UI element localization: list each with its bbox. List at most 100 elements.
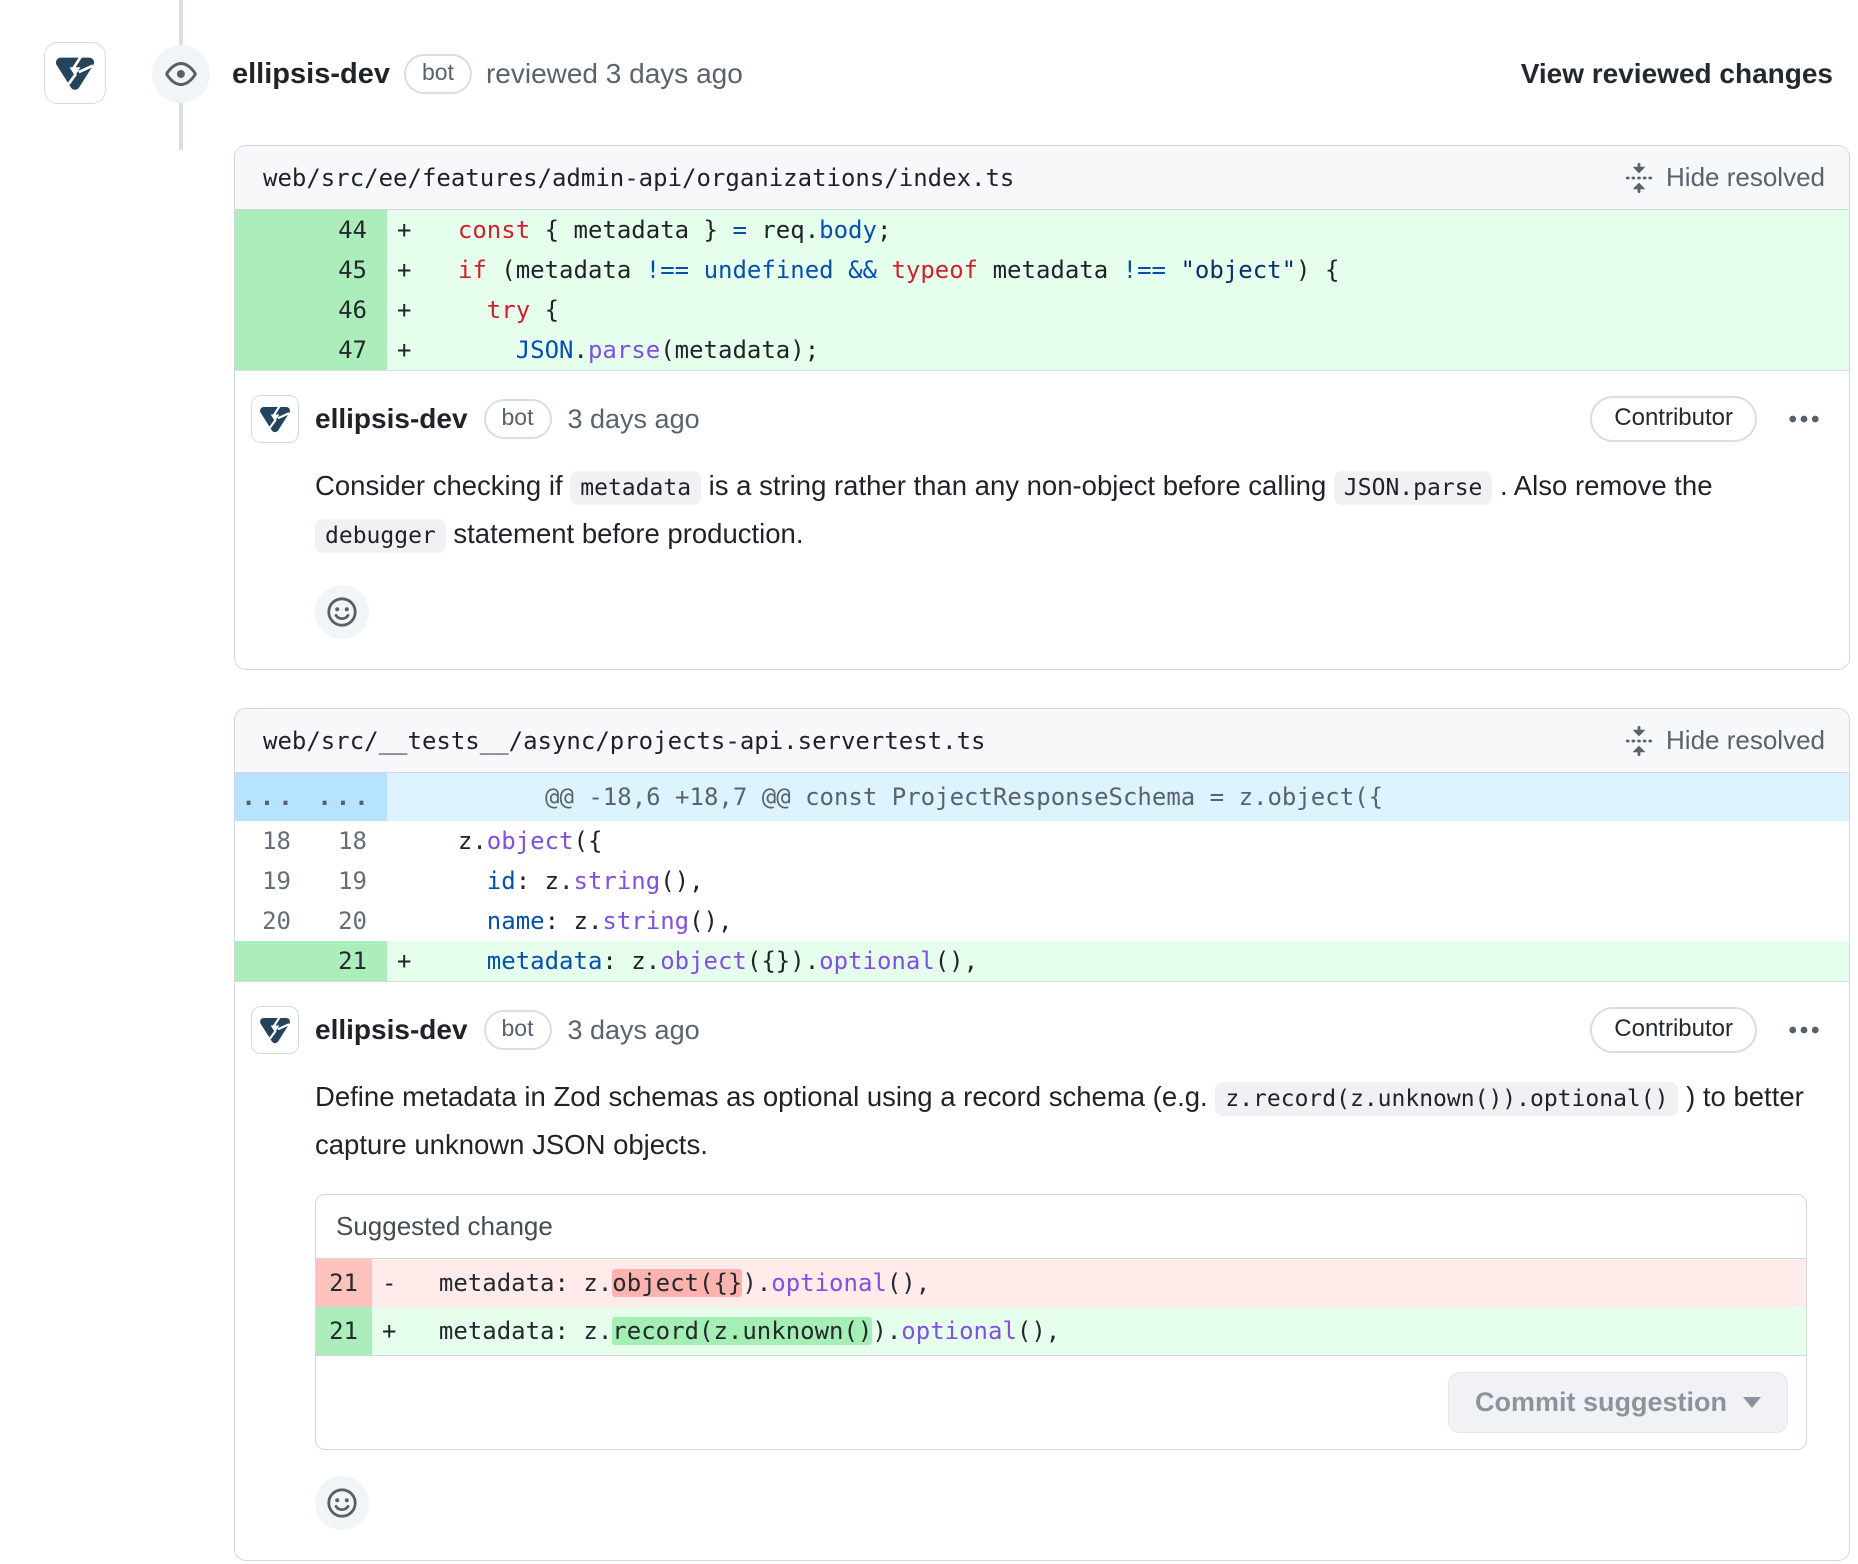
- add-reaction-button[interactable]: [315, 585, 369, 639]
- diff-line: 1818 z.object({: [235, 821, 1849, 861]
- commit-suggestion-label: Commit suggestion: [1475, 1387, 1727, 1418]
- code-token: [429, 256, 458, 284]
- code-token: {: [530, 296, 559, 324]
- inline-code: debugger: [315, 519, 446, 553]
- new-line-number: 44: [311, 210, 387, 250]
- code-token: (),: [689, 907, 732, 935]
- code-token: @@ -18,6 +18,7 @@ const ProjectResponseS…: [545, 783, 1383, 811]
- fold-icon: [1624, 163, 1654, 193]
- old-line-number: [235, 330, 311, 370]
- code-token: ) {: [1296, 256, 1339, 284]
- comment-timestamp[interactable]: 3 days ago: [568, 404, 700, 435]
- code-token: req.: [747, 216, 819, 244]
- fold-icon: [1624, 726, 1654, 756]
- review-event-badge: [152, 45, 210, 103]
- diff-marker: [387, 821, 429, 861]
- comment-menu-button[interactable]: [1787, 1013, 1821, 1047]
- code-token: ).: [742, 1269, 771, 1297]
- reviewer-avatar[interactable]: [44, 42, 106, 104]
- code-token: (),: [1017, 1317, 1060, 1345]
- diff-line: 45+ if (metadata !== undefined && typeof…: [235, 250, 1849, 290]
- bot-badge: bot: [484, 399, 552, 439]
- diff-marker: -: [372, 1259, 410, 1307]
- diff-line: 44+ const { metadata } = req.body;: [235, 210, 1849, 250]
- comment-header-actions: Contributor: [1590, 1007, 1821, 1053]
- diff-marker: +: [387, 941, 429, 981]
- old-line-number: [235, 290, 311, 330]
- code-line: id: z.string(),: [429, 861, 1849, 901]
- ellipsis-logo-icon: [257, 401, 293, 437]
- code-line: if (metadata !== undefined && typeof met…: [429, 250, 1849, 290]
- contributor-badge: Contributor: [1590, 396, 1757, 442]
- hide-resolved-label: Hide resolved: [1666, 725, 1825, 756]
- code-token: [429, 296, 487, 324]
- suggested-change-title: Suggested change: [316, 1195, 1806, 1259]
- diff-line: 46+ try {: [235, 290, 1849, 330]
- code-token: ;: [877, 216, 891, 244]
- code-line: JSON.parse(metadata);: [429, 330, 1849, 370]
- code-token: !==: [1123, 256, 1166, 284]
- commit-suggestion-button[interactable]: Commit suggestion: [1448, 1372, 1788, 1433]
- line-number: 21: [316, 1259, 372, 1307]
- kebab-icon: [1787, 402, 1821, 436]
- hide-resolved-button[interactable]: Hide resolved: [1624, 725, 1825, 756]
- code-token: (),: [935, 947, 978, 975]
- code-token: [429, 867, 487, 895]
- comment-menu-button[interactable]: [1787, 402, 1821, 436]
- code-token: [877, 256, 891, 284]
- code-token: (metadata: [487, 256, 646, 284]
- review-thread-projects-api-test: web/src/__tests__/async/projects-api.ser…: [234, 708, 1850, 1561]
- old-line-number: [235, 210, 311, 250]
- comment-timestamp[interactable]: 3 days ago: [568, 1015, 700, 1046]
- code-token: undefined: [704, 256, 834, 284]
- line-number: 21: [316, 1307, 372, 1355]
- hide-resolved-button[interactable]: Hide resolved: [1624, 162, 1825, 193]
- code-token: &&: [848, 256, 877, 284]
- code-line: z.object({: [429, 821, 1849, 861]
- suggested-change-block: Suggested change 21- metadata: z.object(…: [315, 1194, 1807, 1450]
- suggestion-diff-line: 21- metadata: z.object({}).optional(),: [316, 1259, 1806, 1307]
- code-token: "object": [1180, 256, 1296, 284]
- pull-request-review-page: ellipsis-dev bot reviewed 3 days ago Vie…: [0, 0, 1858, 1564]
- code-token: name: [487, 907, 545, 935]
- review-action-text: reviewed 3 days ago: [486, 58, 743, 90]
- diff-marker: +: [387, 250, 429, 290]
- code-token: (),: [660, 867, 703, 895]
- comment-author[interactable]: ellipsis-dev: [315, 1014, 468, 1046]
- comment-body: Define metadata in Zod schemas as option…: [315, 1074, 1805, 1168]
- triangle-down-icon: [1743, 1397, 1761, 1408]
- diff-marker: +: [372, 1307, 410, 1355]
- inline-code: metadata: [570, 471, 701, 505]
- file-path-link[interactable]: web/src/ee/features/admin-api/organizati…: [263, 164, 1014, 192]
- comment-author[interactable]: ellipsis-dev: [315, 403, 468, 435]
- code-token: [429, 216, 458, 244]
- smiley-icon: [326, 1487, 358, 1519]
- add-reaction-button[interactable]: [315, 1476, 369, 1530]
- code-token: =: [732, 216, 746, 244]
- view-reviewed-changes-link[interactable]: View reviewed changes: [1521, 58, 1833, 90]
- code-token: object: [660, 947, 747, 975]
- code-token: [834, 256, 848, 284]
- code-token: optional: [819, 947, 935, 975]
- old-line-number: 18: [235, 821, 311, 861]
- comment-avatar[interactable]: [251, 1006, 299, 1054]
- new-line-number: 47: [311, 330, 387, 370]
- diff-marker: [387, 773, 429, 821]
- comment-avatar[interactable]: [251, 395, 299, 443]
- reviewer-name[interactable]: ellipsis-dev: [232, 58, 390, 91]
- new-line-number: ...: [311, 773, 387, 821]
- code-token: [429, 336, 516, 364]
- code-token: string: [602, 907, 689, 935]
- old-line-number: [235, 250, 311, 290]
- code-token: [689, 256, 703, 284]
- new-line-number: 18: [311, 821, 387, 861]
- code-token: id: [487, 867, 516, 895]
- kebab-icon: [1787, 1013, 1821, 1047]
- ellipsis-logo-icon: [257, 1012, 293, 1048]
- ellipsis-logo-icon: [52, 50, 98, 96]
- file-path-link[interactable]: web/src/__tests__/async/projects-api.ser…: [263, 727, 985, 755]
- new-line-number: 21: [311, 941, 387, 981]
- code-token: metadata: z.: [410, 1317, 612, 1345]
- old-line-number: 20: [235, 901, 311, 941]
- code-token: [429, 907, 487, 935]
